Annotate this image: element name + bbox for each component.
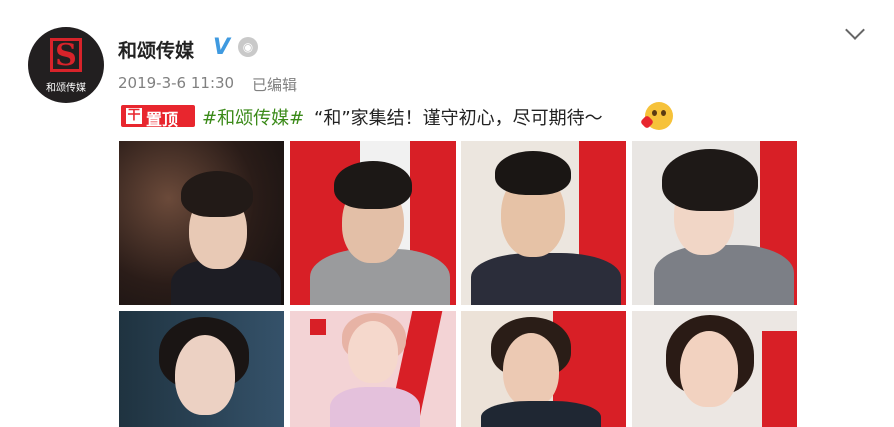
photo-thumbnail-3[interactable]	[461, 141, 626, 305]
pinned-label: 置顶	[146, 110, 179, 129]
chevron-down-icon[interactable]	[845, 20, 865, 40]
robot-icon[interactable]: ◉	[238, 37, 258, 57]
avatar-logo-frame: S	[50, 38, 82, 73]
photo-thumbnail-7[interactable]	[461, 311, 626, 427]
photo-thumbnail-1[interactable]	[119, 141, 284, 305]
post-timestamp[interactable]: 2019-3-6 11:30	[118, 74, 234, 92]
photo-thumbnail-8[interactable]	[632, 311, 797, 427]
account-name[interactable]: 和颂传媒	[118, 36, 194, 63]
blush-emoji-icon	[639, 102, 673, 130]
pin-top-icon: 干	[126, 108, 142, 124]
avatar-logo-text: 和颂传媒	[46, 83, 86, 94]
photo-thumbnail-5[interactable]	[119, 311, 284, 427]
post-text: “和”家集结！谨守初心，尽可期待～	[314, 108, 603, 129]
verified-v-icon[interactable]: V	[213, 35, 230, 60]
edited-label[interactable]: 已编辑	[252, 74, 297, 95]
pinned-top-tag: 干 置顶	[121, 105, 195, 129]
avatar[interactable]: S 和颂传媒	[28, 27, 104, 103]
hashtag-link[interactable]: #和颂传媒#	[202, 104, 304, 130]
avatar-logo-letter: S	[55, 38, 77, 73]
photo-thumbnail-2[interactable]	[290, 141, 456, 305]
photo-thumbnail-4[interactable]	[632, 141, 797, 305]
photo-thumbnail-6[interactable]	[290, 311, 456, 427]
